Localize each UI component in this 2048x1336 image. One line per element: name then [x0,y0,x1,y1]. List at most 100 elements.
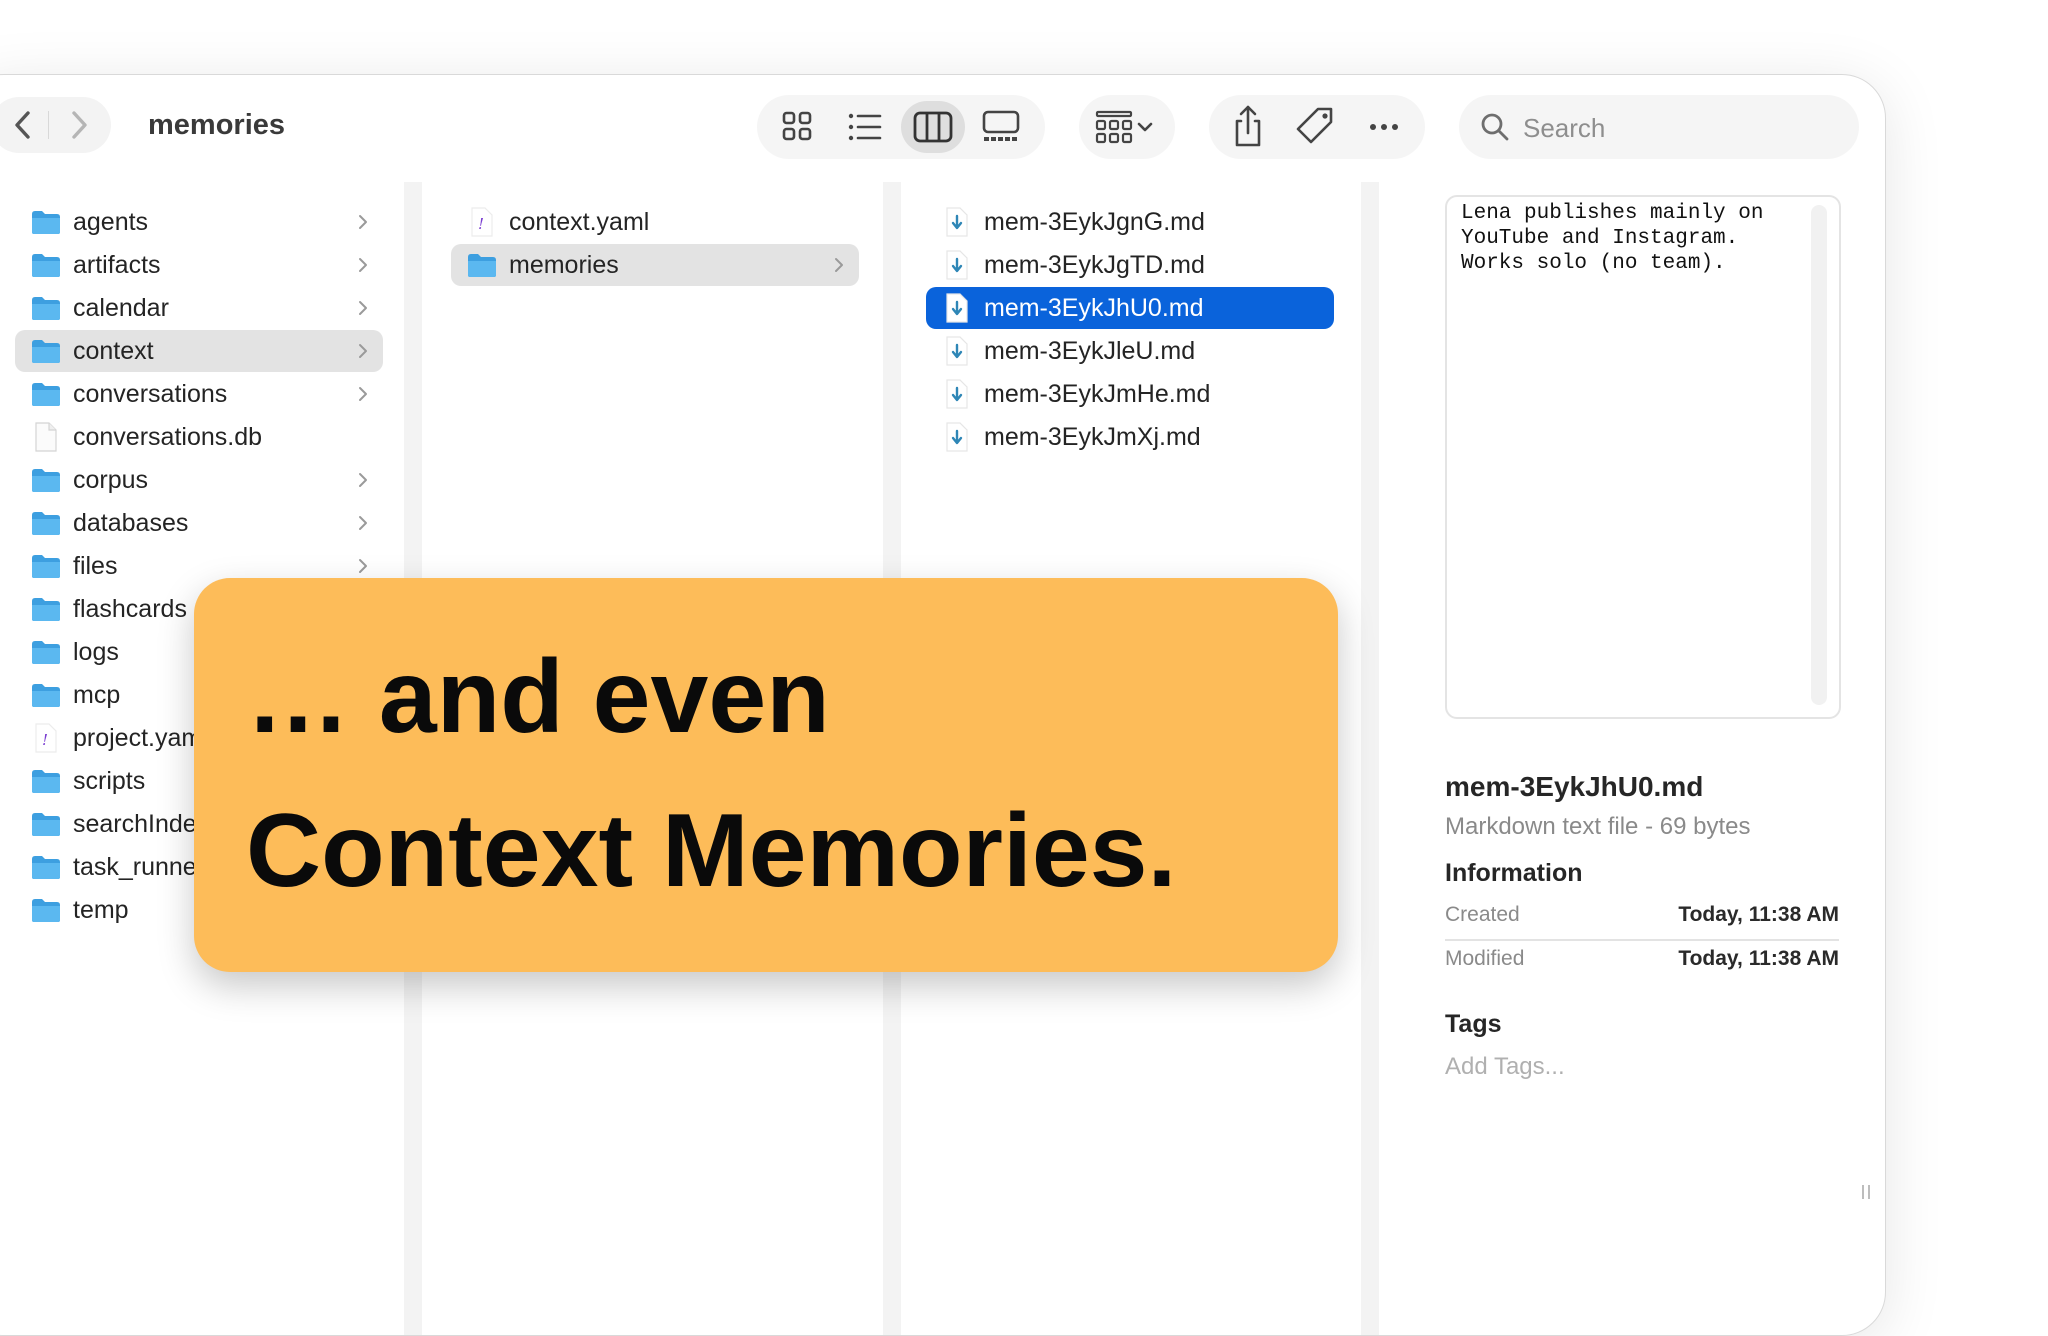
preview-text: Lena publishes mainly on YouTube and Ins… [1461,202,1764,275]
folder-row[interactable]: agents [15,201,383,243]
row-icon [31,250,61,280]
file-preview: Lena publishes mainly on YouTube and Ins… [1445,195,1841,719]
row-icon [31,465,61,495]
yaml-file-icon: ! [471,207,493,237]
file-icon [35,422,57,452]
list-icon [848,113,882,141]
list-view-button[interactable] [833,101,897,153]
row-label: mem-3EykJmHe.md [984,379,1211,408]
column-divider[interactable] [1361,182,1379,1335]
row-label: mem-3EykJmXj.md [984,422,1201,451]
row-icon: ! [467,207,497,237]
row-icon [31,551,61,581]
search-icon [1481,113,1509,141]
markdown-file-icon [946,379,968,409]
folder-icon [32,211,60,234]
row-icon [31,379,61,409]
folder-icon [32,641,60,664]
file-row[interactable]: mem-3EykJmHe.md [926,373,1334,415]
back-button[interactable] [0,97,49,153]
folder-row[interactable]: conversations [15,373,383,415]
file-row[interactable]: mem-3EykJgTD.md [926,244,1334,286]
folder-icon [32,469,60,492]
markdown-file-icon [946,336,968,366]
banner-line-2: Context Memories. [246,793,1177,909]
folder-icon [32,684,60,707]
yaml-file-icon: ! [35,723,57,753]
tag-button[interactable] [1285,101,1347,153]
group-by-button[interactable] [1079,95,1175,159]
svg-text:!: ! [42,731,48,749]
search-input[interactable] [1521,107,1845,149]
folder-icon [32,383,60,406]
navigation-buttons [0,97,111,153]
row-label: artifacts [73,250,161,279]
file-row[interactable]: conversations.db [15,416,383,458]
folder-icon [32,598,60,621]
file-row[interactable]: mem-3EykJmXj.md [926,416,1334,458]
folder-icon [32,254,60,277]
more-button[interactable] [1353,101,1415,153]
gallery-view-button[interactable] [969,101,1033,153]
window-title: memories [148,109,286,141]
resize-grip-icon[interactable] [1859,1183,1873,1201]
info-file-kind: Markdown text file - 69 bytes [1445,813,1751,840]
row-label: mem-3EykJleU.md [984,336,1196,365]
file-row[interactable]: mem-3EykJhU0.md [926,287,1334,329]
folder-row[interactable]: corpus [15,459,383,501]
action-buttons [1209,95,1425,159]
folder-icon [32,813,60,836]
chevron-right-icon [359,559,367,573]
row-label: corpus [73,465,149,494]
modified-row: Modified Today, 11:38 AM [1445,941,1839,981]
row-label: scripts [73,766,146,795]
row-icon [942,293,972,323]
row-label: flashcards [73,594,187,623]
modified-value: Today, 11:38 AM [1678,947,1839,970]
modified-label: Modified [1445,947,1525,970]
folder-icon [32,512,60,535]
row-label: logs [73,637,119,666]
chevron-right-icon [359,516,367,530]
preview-scrollbar[interactable] [1811,205,1827,705]
group-icon [1095,110,1153,144]
row-label: context [73,336,154,365]
add-tags-field[interactable]: Add Tags... [1445,1053,1565,1081]
folder-icon [32,899,60,922]
file-row[interactable]: ! context.yaml [451,201,859,243]
row-icon [31,594,61,624]
share-button[interactable] [1217,101,1279,153]
search-field[interactable] [1459,95,1859,159]
folder-row[interactable]: artifacts [15,244,383,286]
markdown-file-icon [946,207,968,237]
folder-icon [32,770,60,793]
folder-row[interactable]: calendar [15,287,383,329]
row-icon [31,336,61,366]
row-label: conversations [73,379,228,408]
chevron-right-icon [72,111,87,139]
created-label: Created [1445,903,1520,926]
tags-heading: Tags [1445,1010,1502,1038]
folder-row[interactable]: databases [15,502,383,544]
svg-text:!: ! [478,215,484,233]
callout-banner: … and even Context Memories. [194,578,1338,972]
row-label: context.yaml [509,207,650,236]
chevron-right-icon [835,258,843,272]
file-row[interactable]: mem-3EykJleU.md [926,330,1334,372]
chevron-right-icon [359,258,367,272]
row-icon [31,293,61,323]
folder-row[interactable]: context [15,330,383,372]
row-label: mcp [73,680,121,709]
forward-button[interactable] [53,97,103,153]
chevron-right-icon [359,344,367,358]
file-row[interactable]: mem-3EykJgnG.md [926,201,1334,243]
icon-view-button[interactable] [765,101,829,153]
folder-icon [32,297,60,320]
column-view-button[interactable] [901,101,965,153]
folder-row[interactable]: memories [451,244,859,286]
row-icon [942,379,972,409]
row-label: databases [73,508,189,537]
row-label: mem-3EykJhU0.md [984,293,1204,322]
chevron-right-icon [359,215,367,229]
share-icon [1235,105,1261,147]
